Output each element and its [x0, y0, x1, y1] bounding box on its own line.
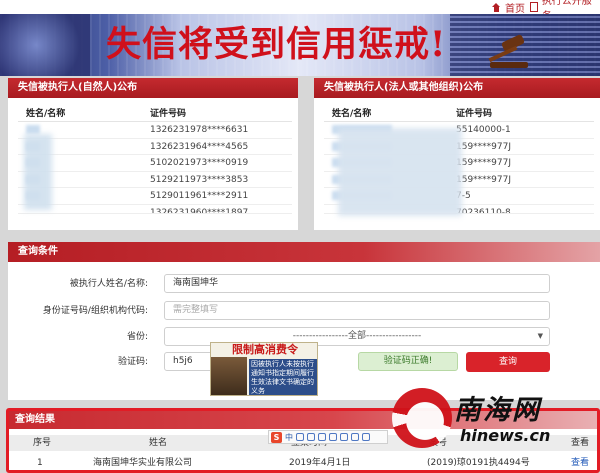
ime-language[interactable]: 中 [285, 432, 293, 443]
row-id: 55140000-1 [456, 125, 511, 135]
hinews-logo-icon [392, 388, 452, 448]
province-label: 省份: [126, 332, 148, 342]
ad-title: 限制高消费令 [232, 343, 298, 356]
top-utility-bar: 首页 执行公开服务 [0, 0, 600, 22]
banner-title: 失信将受到信用惩戒! [106, 24, 447, 65]
ime-toolbar[interactable]: S 中 [268, 430, 388, 444]
id-row: 身份证号码/组织机构代码: 需完整填写 [8, 301, 600, 321]
natural-person-panel-title: 失信被执行人(自然人)公布 [8, 78, 298, 98]
row-id: 1326231960****1897 [150, 207, 249, 214]
row-no: 1 [37, 458, 43, 468]
chevron-down-icon: ▼ [537, 332, 543, 340]
table-row[interactable]: 1326231978****6631 [18, 122, 292, 139]
table-row[interactable]: 5129011961****2911 [18, 188, 292, 205]
gavel-icon [488, 33, 534, 68]
watermark-url: hinews.cn [460, 426, 551, 445]
natural-person-table: 姓名/名称 证件号码 1326231978****6631 1326231964… [18, 106, 292, 214]
home-link-label: 首页 [505, 3, 525, 15]
row-id: 5129211973****3853 [150, 174, 249, 185]
redaction-blur [338, 128, 462, 216]
punctuation-icon[interactable] [296, 433, 304, 441]
redaction-blur [24, 134, 52, 210]
table-row: 1 海南国坤华实业有限公司 2019年4月1日 (2019)琼0191执4494… [9, 455, 597, 471]
table-row[interactable]: 1326231960****1897 [18, 205, 292, 214]
header-id: 证件号码 [150, 109, 187, 119]
row-id: 7-5 [456, 191, 471, 201]
table-header: 姓名/名称 证件号码 [18, 106, 292, 122]
table-header: 姓名/名称 证件号码 [324, 106, 594, 122]
row-case: (2019)琼0191执4494号 [427, 458, 530, 468]
row-id: 1326231964****4565 [150, 141, 249, 152]
header-name: 姓名/名称 [26, 109, 66, 119]
header-name: 姓名/名称 [332, 109, 372, 119]
document-icon [530, 2, 538, 12]
query-button[interactable]: 查询 [466, 352, 550, 372]
row-id: 70236110-8 [456, 207, 511, 214]
emoji-icon[interactable] [307, 433, 315, 441]
name-input[interactable]: 海南国坤华 [164, 274, 550, 293]
row-id: 159****977J [456, 174, 512, 185]
legal-person-panel-title: 失信被执行人(法人或其他组织)公布 [314, 78, 600, 98]
toolbox-icon[interactable] [351, 433, 359, 441]
banner-left-art [0, 14, 90, 76]
table-row[interactable]: 5129211973****3853 [18, 172, 292, 188]
captcha-label: 验证码: [117, 357, 148, 367]
keyboard-icon[interactable] [329, 433, 337, 441]
table-row[interactable]: 1326231964****4565 [18, 139, 292, 155]
row-name: 海南国坤华实业有限公司 [93, 458, 193, 468]
skin-icon[interactable] [340, 433, 348, 441]
menu-icon[interactable] [362, 433, 370, 441]
microphone-icon[interactable] [318, 433, 326, 441]
row-date: 2019年4月1日 [289, 458, 351, 468]
province-value: -----------------全部----------------- [292, 331, 422, 341]
header-id: 证件号码 [456, 109, 493, 119]
view-link[interactable]: 查看 [571, 455, 589, 471]
row-id: 5129011961****2911 [150, 191, 249, 201]
header-name: 姓名 [149, 438, 168, 448]
ad-text: 因被执行人未按执行通知书指定期间履行生效法律文书确定的义务 [249, 359, 317, 395]
name-label: 被执行人姓名/名称: [69, 279, 148, 289]
home-link[interactable]: 首页 [492, 0, 525, 15]
header-no: 序号 [33, 438, 52, 448]
row-id: 5102021973****0919 [150, 158, 249, 168]
consumption-restriction-ad[interactable]: 限制高消费令 因被执行人未按执行通知书指定期间履行生效法律文书确定的义务 [210, 342, 318, 396]
banner: 失信将受到信用惩戒! [0, 14, 600, 76]
home-icon [492, 2, 501, 12]
public-service-link[interactable]: 执行公开服务 [530, 0, 600, 22]
captcha-status: 验证码正确! [358, 352, 458, 371]
name-row: 被执行人姓名/名称: 海南国坤华 [8, 274, 600, 294]
row-id: 159****977J [456, 141, 512, 152]
row-id: 159****977J [456, 158, 512, 168]
table-row[interactable]: 5102021973****0919 [18, 155, 292, 172]
id-label: 身份证号码/组织机构代码: [42, 306, 148, 316]
ime-logo-icon: S [271, 431, 282, 443]
hinews-watermark: 南海网 hinews.cn [392, 388, 600, 452]
id-input[interactable]: 需完整填写 [164, 301, 550, 320]
ad-image [211, 357, 247, 395]
row-id: 1326231978****6631 [150, 125, 249, 135]
watermark-title: 南海网 [454, 395, 541, 426]
query-panel-title: 查询条件 [8, 242, 600, 262]
